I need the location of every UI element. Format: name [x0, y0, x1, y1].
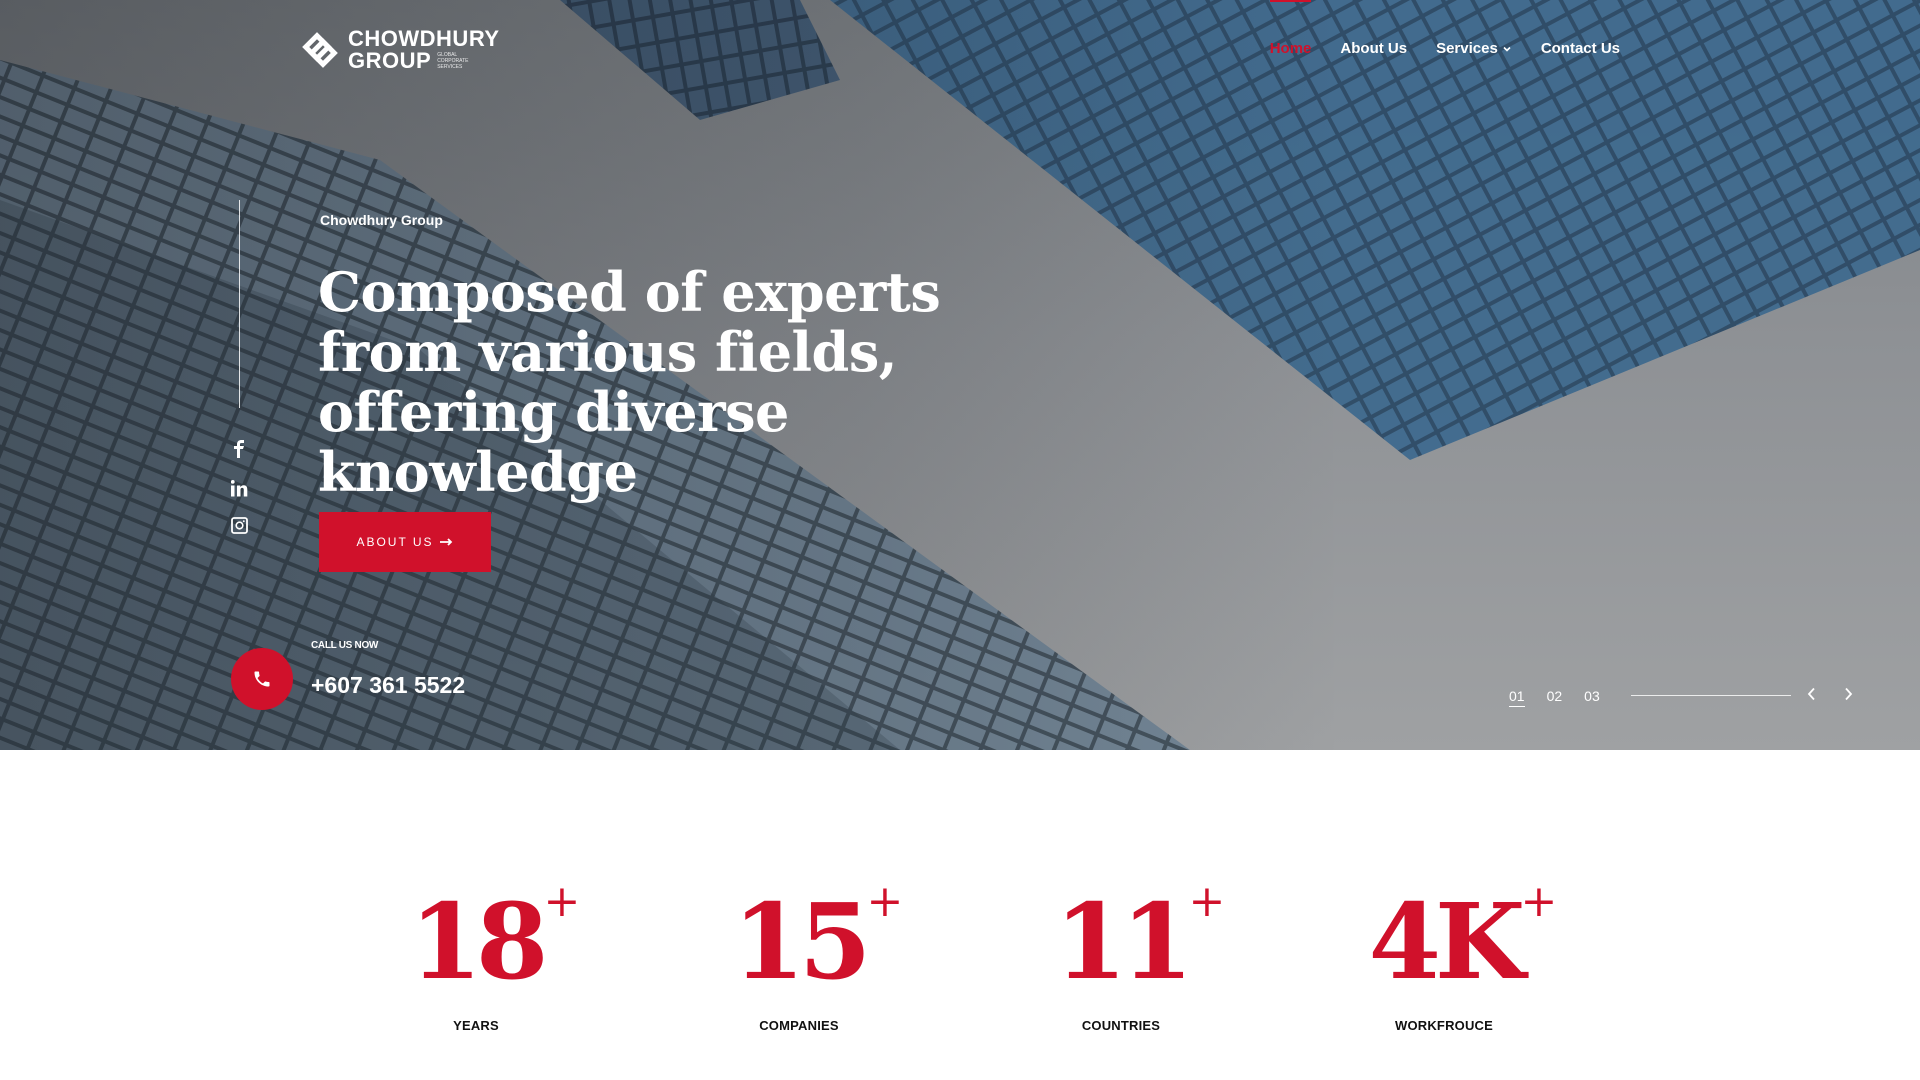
about-us-button-label: ABOUT US	[356, 535, 434, 549]
call-us-label: CALL US NOW	[311, 640, 379, 651]
stat-value: 4K	[1368, 880, 1526, 1003]
stat-plus: +	[866, 876, 904, 927]
stat-value: 18	[409, 880, 549, 1003]
hero-headline: Composed of experts from various fields,…	[318, 260, 941, 504]
phone-icon	[254, 671, 270, 687]
chevron-down-icon	[1503, 46, 1511, 52]
main-nav: Home About Us Services Contact Us	[1269, 0, 1620, 57]
logo-tagline: GLOBAL CORPORATE SERVICES	[437, 52, 469, 70]
slide-01-button[interactable]: 01	[1509, 688, 1525, 707]
stat-label: COUNTRIES	[1081, 1018, 1161, 1033]
slide-02-button[interactable]: 02	[1547, 688, 1563, 707]
slide-progress-line	[1631, 695, 1791, 696]
nav-home[interactable]: Home	[1269, 0, 1311, 57]
slide-03-button[interactable]: 03	[1584, 688, 1600, 707]
linkedin-icon[interactable]	[228, 477, 250, 499]
vertical-divider	[239, 200, 240, 408]
hero-eyebrow: Chowdhury Group	[320, 212, 443, 228]
stat-plus: +	[1188, 876, 1226, 927]
logo-name-line2: GROUP	[348, 48, 432, 73]
brand-logo[interactable]: CHOWDHURY GROUP GLOBAL CORPORATE SERVICE…	[300, 28, 500, 72]
logo-name-line1: CHOWDHURY	[348, 26, 500, 51]
stat-plus: +	[1520, 876, 1558, 927]
nav-services[interactable]: Services	[1436, 40, 1512, 57]
stat-label: COMPANIES	[759, 1018, 839, 1033]
hero-section: CHOWDHURY GROUP GLOBAL CORPORATE SERVICE…	[0, 0, 1920, 750]
phone-number-link[interactable]: +607 361 5522	[311, 672, 465, 699]
nav-about-us[interactable]: About Us	[1340, 40, 1407, 57]
stat-plus: +	[543, 876, 581, 927]
nav-contact-us[interactable]: Contact Us	[1541, 40, 1620, 57]
stat-companies: 15 + COMPANIES	[669, 876, 929, 1034]
instagram-icon[interactable]	[228, 514, 250, 536]
next-slide-button[interactable]	[1838, 684, 1858, 704]
stat-countries: 11 + COUNTRIES	[991, 876, 1251, 1034]
stat-value: 15	[732, 880, 872, 1003]
nav-services-label: Services	[1436, 40, 1498, 57]
stat-workforce: 4K + WORKFROUCE	[1314, 876, 1574, 1034]
chevron-right-icon	[1845, 687, 1853, 701]
arrow-right-icon	[439, 538, 452, 546]
phone-call-button[interactable]	[231, 648, 293, 710]
logo-mark-icon	[302, 32, 338, 68]
logo-wordmark: CHOWDHURY GROUP GLOBAL CORPORATE SERVICE…	[348, 28, 500, 72]
chevron-left-icon	[1807, 687, 1815, 701]
stat-label: WORKFROUCE	[1394, 1018, 1494, 1033]
stat-years: 18 + YEARS	[346, 876, 606, 1034]
facebook-icon[interactable]	[228, 438, 250, 460]
prev-slide-button[interactable]	[1802, 684, 1822, 704]
about-us-button[interactable]: ABOUT US	[319, 512, 491, 572]
stat-label: YEARS	[453, 1018, 499, 1033]
slide-pagination: 01 02 03	[1509, 688, 1600, 707]
stat-value: 11	[1054, 880, 1194, 1003]
